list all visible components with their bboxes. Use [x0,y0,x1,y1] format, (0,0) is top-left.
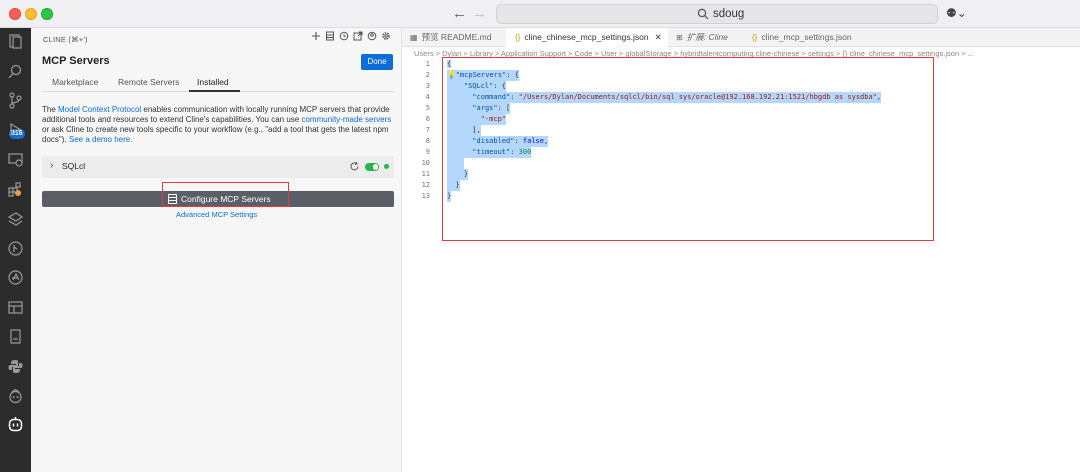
docker-icon[interactable] [7,269,24,286]
forward-arrow-icon[interactable]: → [472,5,487,22]
highlight-box-configure [162,182,289,207]
editor-tab-bar: ▦ 预览 README.md {} cline_chinese_mcp_settin… [402,28,1080,47]
copilot-icon[interactable] [7,388,24,405]
minimize-window-button[interactable] [25,8,37,20]
history-icon[interactable] [339,31,349,44]
json-icon: {} [515,33,521,42]
new-task-icon[interactable] [311,31,321,44]
tab-remote-servers[interactable]: Remote Servers [118,77,179,87]
mcp-tabs: Marketplace Remote Servers Installed [42,75,394,92]
title-bar: ← → sdoug ⚉⌄ [0,0,1080,28]
git-graph-icon[interactable] [7,240,24,257]
line-number: 9 [425,148,430,156]
notebook-icon[interactable] [7,328,24,345]
line-number: 12 [421,181,430,189]
done-button[interactable]: Done [361,54,393,70]
activity-bar: 216 ... [0,28,31,472]
settings-gear-icon[interactable] [381,31,391,44]
active-tab-indicator [189,90,240,92]
source-control-icon[interactable] [7,92,24,109]
line-number: 11 [421,170,430,178]
search-icon[interactable] [7,63,24,80]
line-number: 7 [425,126,430,134]
line-number: 3 [425,82,430,90]
line-number: 13 [421,192,430,200]
extensions-icon[interactable] [7,181,24,198]
restart-server-icon[interactable] [349,161,360,172]
line-number: 4 [425,93,430,101]
line-number: 5 [425,104,430,112]
page-title: MCP Servers [42,55,110,67]
tab-installed[interactable]: Installed [197,77,229,87]
server-row-sqlcl[interactable]: › SQLcl [42,156,394,178]
model-context-protocol-link[interactable]: Model Context Protocol [58,105,141,114]
python-icon[interactable] [7,358,24,375]
mcp-description: The Model Context Protocol enables commu… [42,105,394,145]
description-text: The [42,105,59,114]
command-center-search[interactable]: sdoug [496,4,938,24]
server-status-indicator [384,164,389,169]
back-arrow-icon[interactable]: ← [452,5,467,22]
editor-tab-extension-cline[interactable]: ⊞ 扩展: Cline [668,28,744,47]
zoom-window-button[interactable] [41,8,53,20]
json-icon: {} [752,33,758,42]
line-number: 6 [425,115,430,123]
line-number: 10 [421,159,430,167]
cline-icon[interactable] [7,416,24,433]
line-number: 1 [425,60,430,68]
line-number: 8 [425,137,430,145]
run-debug-icon[interactable] [7,121,24,138]
search-icon [697,8,709,20]
preview-icon: ▦ [410,33,418,42]
editor-tab-cline-settings[interactable]: {} cline_mcp_settings.json [744,28,858,47]
panel-icon[interactable] [7,299,24,316]
advanced-mcp-settings-link[interactable]: Advanced MCP Settings [176,210,257,219]
remote-explorer-icon[interactable] [7,151,24,168]
explorer-icon[interactable] [7,33,24,50]
highlight-box-json [442,57,934,241]
close-window-button[interactable] [9,8,21,20]
database-icon[interactable] [7,211,24,228]
server-enabled-toggle[interactable] [365,163,379,171]
mcp-servers-icon[interactable] [325,31,335,44]
editor-area: ▦ 预览 README.md {} cline_chinese_mcp_settin… [402,28,1080,472]
tab-marketplace[interactable]: Marketplace [52,77,98,87]
extension-icon: ⊞ [676,33,683,42]
sidebar-title: CLINE (⌘+') [43,35,88,44]
editor-tab-readme[interactable]: ▦ 预览 README.md [402,28,506,47]
copilot-icon[interactable]: ⚉⌄ [946,6,967,20]
line-number: 2 [425,71,430,79]
editor-tab-cline-chinese-settings[interactable]: {} cline_chinese_mcp_settings.json ✕ [506,28,668,47]
cline-sidebar: CLINE (⌘+') MCP Servers Done Marketplace… [31,28,402,472]
community-servers-link[interactable]: community-made servers [301,115,391,124]
sidebar-actions [311,31,391,45]
demo-link[interactable]: See a demo here. [69,135,133,144]
close-icon[interactable]: ✕ [655,32,662,42]
account-icon[interactable] [367,31,377,44]
search-text: sdoug [713,8,745,20]
popout-icon[interactable] [353,31,363,44]
server-name: SQLcl [62,161,86,171]
chevron-right-icon[interactable]: › [50,160,53,171]
